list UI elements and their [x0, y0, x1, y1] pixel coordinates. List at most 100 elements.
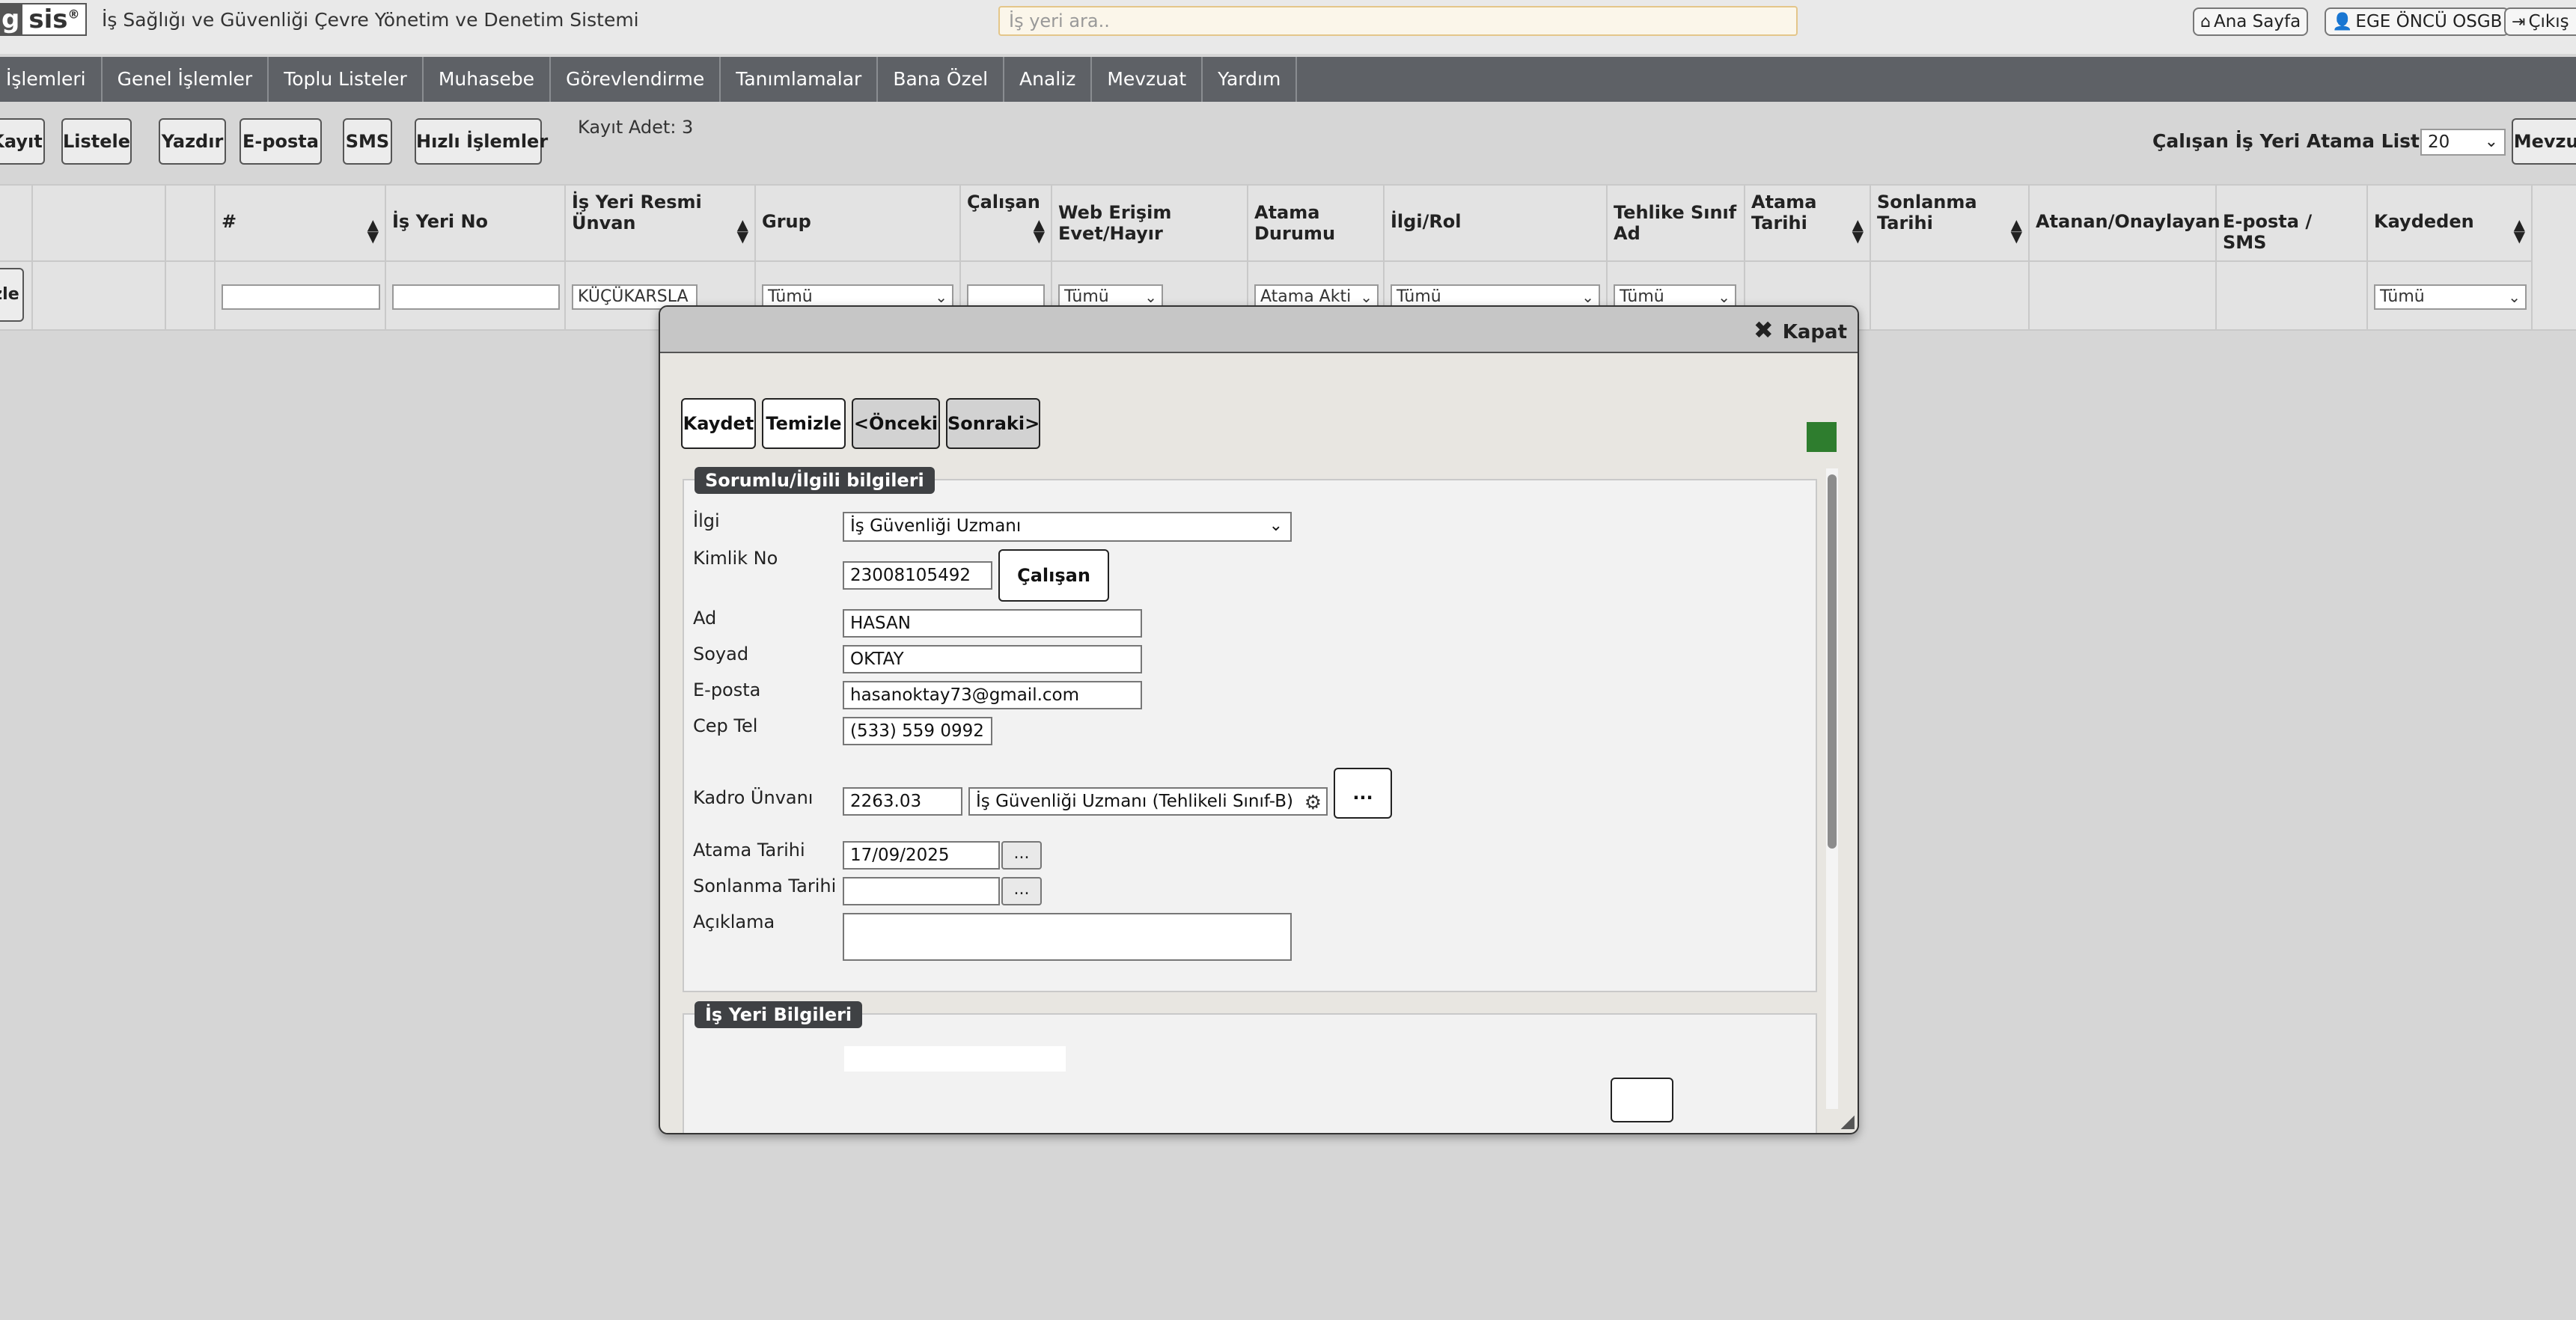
end-date-picker-button[interactable]: ... [1001, 877, 1042, 905]
filter-workplace-no-input[interactable] [392, 284, 560, 310]
header-assign-date[interactable]: Atama Tarihi ▲ ▼ [1745, 186, 1871, 260]
header-number[interactable]: # ▲ ▼ [216, 186, 386, 260]
identity-input[interactable]: 23008105492 [843, 561, 992, 590]
header-blank-1 [0, 186, 33, 260]
top-bar: g sis® İş Sağlığı ve Güvenliği Çevre Yön… [0, 0, 2576, 54]
end-date-label: Sonlanma Tarihi [693, 876, 837, 896]
sort-icon[interactable]: ▲ ▼ [367, 217, 379, 244]
end-date-input[interactable] [843, 877, 1000, 905]
surname-label: Soyad [693, 644, 749, 664]
filter-cell [216, 260, 386, 329]
list-button[interactable]: Listele [61, 118, 132, 165]
workplace-search-input[interactable] [998, 6, 1798, 36]
filter-cell: zle [0, 260, 33, 329]
description-textarea[interactable] [843, 913, 1292, 961]
sort-icon[interactable]: ▲ ▼ [2011, 217, 2022, 244]
header-email-sms[interactable]: E-posta / SMS [2217, 186, 2368, 260]
phone-label: Cep Tel [693, 715, 758, 736]
email-input[interactable]: hasanoktay73@gmail.com [843, 681, 1142, 709]
header-workplace-no[interactable]: İş Yeri No [386, 186, 566, 260]
sort-icon[interactable]: ▲ ▼ [1852, 217, 1864, 244]
header-end-date[interactable]: Sonlanma Tarihi ▲ ▼ [1871, 186, 2030, 260]
header-group[interactable]: Grup [756, 186, 961, 260]
menu-item-assignment[interactable]: Görevlendirme [551, 57, 721, 102]
email-button[interactable]: E-posta [239, 118, 322, 165]
find-employee-button[interactable]: Çalışan Bul [998, 549, 1109, 635]
menu-item-operations[interactable]: İşlemleri [0, 57, 103, 102]
filter-recorder-select[interactable]: Tümü ⌄ [2374, 284, 2527, 310]
menu-item-help[interactable]: Yardım [1203, 57, 1298, 102]
header-web-access[interactable]: Web Erişim Evet/Hayır [1052, 186, 1248, 260]
gear-icon[interactable]: ⚙ [1304, 790, 1322, 814]
header-role[interactable]: İlgi/Rol [1385, 186, 1608, 260]
menu-item-definitions[interactable]: Tanımlamalar [721, 57, 879, 102]
position-title-input[interactable]: İş Güvenliği Uzmanı (Tehlikeli Sınıf-B) ⚙ [968, 787, 1328, 816]
filter-cell [2030, 260, 2217, 329]
home-button[interactable]: ⌂ Ana Sayfa [2193, 7, 2309, 36]
resize-grip-icon[interactable]: ◢ [1841, 1110, 1855, 1131]
ilgi-select[interactable]: İş Güvenliği Uzmanı ⌄ [843, 512, 1292, 542]
dialog-header[interactable]: ✖ Kapat [660, 307, 1858, 353]
next-button[interactable]: Sonraki> [946, 398, 1040, 449]
clear-filter-button[interactable]: zle [0, 268, 24, 322]
sort-icon[interactable]: ▲ ▼ [1034, 217, 1045, 244]
page-size-select[interactable]: 20 ⌄ [2420, 129, 2506, 156]
menu-item-personal[interactable]: Bana Özel [878, 57, 1005, 102]
previous-button[interactable]: <Önceki [852, 398, 940, 449]
dialog-scrollbar[interactable] [1826, 468, 1838, 1109]
description-label: Açıklama [693, 911, 775, 932]
menu-item-analysis[interactable]: Analiz [1004, 57, 1093, 102]
workplace-field[interactable] [843, 1045, 1067, 1073]
name-label: Ad [693, 608, 717, 629]
section-title: İş Yeri Bilgileri [695, 1001, 863, 1028]
scrollbar-thumb[interactable] [1828, 474, 1837, 849]
header-workplace-title[interactable]: İş Yeri Resmi Ünvan ▲ ▼ [566, 186, 756, 260]
chevron-down-icon: ⌄ [1269, 516, 1283, 535]
header-recorder[interactable]: Kaydeden ▲ ▼ [2368, 186, 2533, 260]
header-approver[interactable]: Atanan/Onaylayan [2030, 186, 2221, 260]
save-button[interactable]: Kaydet [681, 398, 756, 449]
clear-button[interactable]: Temizle [762, 398, 846, 449]
filter-number-input[interactable] [222, 284, 380, 310]
position-code-input[interactable]: 2263.03 [843, 787, 962, 816]
record-count: Kayıt Adet: 3 [578, 117, 694, 138]
company-button[interactable]: 👤 EGE ÖNCÜ OSGB [2325, 7, 2510, 36]
filter-cell [386, 260, 566, 329]
sms-button[interactable]: SMS [343, 118, 392, 165]
home-icon: ⌂ [2200, 13, 2211, 31]
filter-cell [166, 260, 216, 329]
header-hazard-class[interactable]: Tehlike Sınıf Ad [1608, 186, 1745, 260]
header-checkbox [166, 186, 216, 260]
sort-icon[interactable]: ▲ ▼ [2514, 217, 2525, 244]
status-indicator [1807, 422, 1837, 452]
surname-input[interactable]: OKTAY [843, 645, 1142, 673]
menu-item-general[interactable]: Genel İşlemler [103, 57, 269, 102]
close-button[interactable]: ✖ Kapat [1754, 316, 1847, 344]
responsible-info-section: Sorumlu/İlgili bilgileri İlgi İş Güvenli… [683, 467, 1817, 992]
assign-date-input[interactable]: 17/09/2025 [843, 841, 1000, 870]
quick-actions-button[interactable]: Hızlı İşlemler [415, 118, 548, 165]
menu-item-legislation[interactable]: Mevzuat [1092, 57, 1203, 102]
workplace-button[interactable] [1611, 1078, 1673, 1122]
new-record-button[interactable]: Kayıt [0, 118, 45, 165]
header-employee[interactable]: Çalışan ▲ ▼ [961, 186, 1052, 260]
app-logo[interactable]: g sis® [0, 3, 88, 36]
position-more-button[interactable]: ... [1334, 768, 1392, 819]
logout-button[interactable]: ⇥ Çıkış [2504, 7, 2576, 36]
print-button[interactable]: Yazdır [159, 118, 226, 165]
chevron-down-icon: ⌄ [2508, 288, 2521, 306]
phone-input[interactable]: (533) 559 0992 [843, 717, 992, 745]
header-assign-status[interactable]: Atama Durumu [1248, 186, 1385, 260]
assign-date-picker-button[interactable]: ... [1001, 841, 1042, 870]
name-input[interactable]: HASAN [843, 609, 1142, 638]
close-icon: ✖ [1753, 316, 1774, 344]
menu-item-accounting[interactable]: Muhasebe [424, 57, 552, 102]
filter-cell [2217, 260, 2368, 329]
legislation-button[interactable]: Mevzuat [2512, 118, 2576, 165]
sort-icon[interactable]: ▲ ▼ [737, 217, 748, 244]
menu-item-bulk-lists[interactable]: Toplu Listeler [269, 57, 424, 102]
email-label: E-posta [693, 679, 761, 700]
filter-cell [33, 260, 166, 329]
logout-icon: ⇥ [2512, 13, 2526, 31]
identity-label: Kimlik No [693, 548, 778, 569]
